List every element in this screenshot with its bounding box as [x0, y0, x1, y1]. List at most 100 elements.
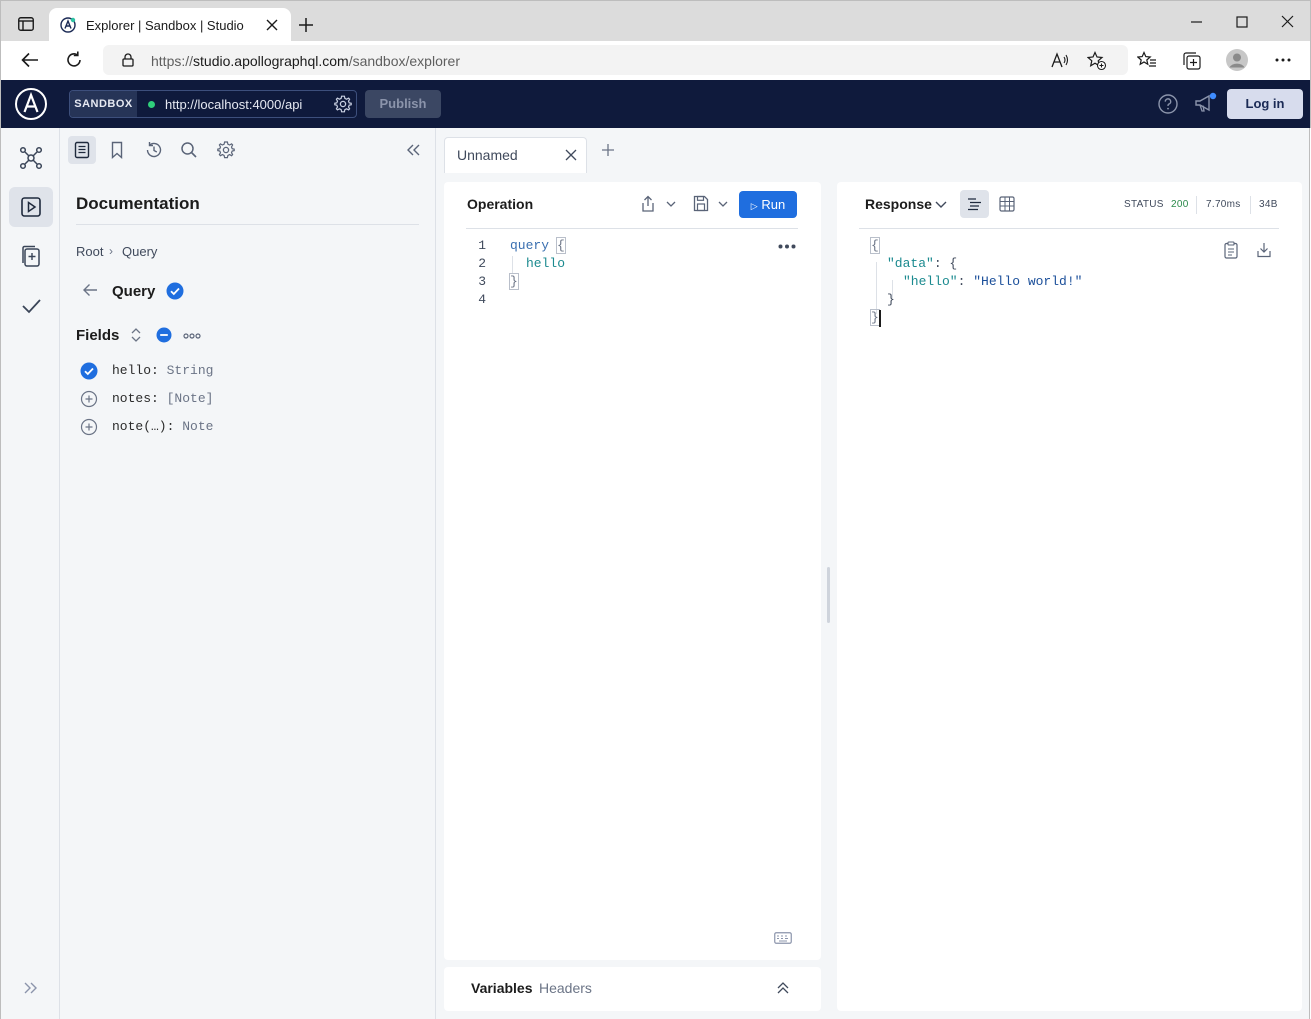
- response-time: 7.70ms: [1206, 199, 1241, 210]
- field-row-hello[interactable]: hello: String: [80, 361, 400, 381]
- login-button[interactable]: Log in: [1227, 89, 1303, 119]
- json-line[interactable]: "data": {: [887, 256, 957, 271]
- add-field-icon[interactable]: [80, 418, 98, 436]
- nav-changelog-icon[interactable]: [9, 237, 53, 277]
- code-open-brace[interactable]: {: [556, 237, 566, 254]
- browser-tab[interactable]: Explorer | Sandbox | Studio: [49, 8, 291, 42]
- editor-more-icon[interactable]: [778, 244, 796, 249]
- help-icon[interactable]: [1158, 94, 1178, 114]
- json-brace[interactable]: {: [870, 237, 880, 254]
- divider: [466, 228, 798, 229]
- panel-resize-handle[interactable]: [827, 567, 830, 623]
- back-icon[interactable]: [21, 52, 39, 68]
- operation-tab[interactable]: Unnamed: [444, 137, 587, 173]
- nav-checks-icon[interactable]: [9, 286, 53, 326]
- add-favorite-icon[interactable]: [1087, 51, 1107, 71]
- address-bar: https://studio.apollographql.com/sandbox…: [0, 41, 1311, 80]
- more-menu-icon[interactable]: [1275, 58, 1291, 62]
- refresh-icon[interactable]: [65, 51, 83, 69]
- save-icon[interactable]: [693, 195, 709, 212]
- chevron-down-icon[interactable]: [935, 201, 947, 208]
- new-tab-icon[interactable]: [299, 18, 313, 32]
- indent-guide: [876, 262, 877, 314]
- connection-settings-icon[interactable]: [334, 95, 352, 113]
- documentation-title: Documentation: [76, 194, 200, 213]
- field-row-note[interactable]: note(…): Note: [80, 417, 400, 437]
- field-row-notes[interactable]: notes: [Note]: [80, 389, 400, 409]
- run-button[interactable]: ▷ Run: [739, 191, 797, 218]
- favorites-icon[interactable]: [1137, 51, 1157, 69]
- close-operation-tab-icon[interactable]: [565, 149, 577, 161]
- table-view-icon[interactable]: [999, 196, 1015, 212]
- field-name: hello:: [112, 363, 159, 378]
- chevron-down-icon[interactable]: [718, 201, 728, 207]
- code-close-brace[interactable]: }: [509, 273, 519, 290]
- selected-check-icon[interactable]: [166, 282, 184, 300]
- json-brace[interactable]: }: [887, 292, 895, 307]
- code-keyword[interactable]: query: [510, 238, 549, 253]
- breadcrumb-query[interactable]: Query: [122, 244, 157, 259]
- settings-icon[interactable]: [212, 136, 240, 164]
- status-label: STATUS: [1124, 199, 1164, 210]
- share-icon[interactable]: [640, 195, 656, 213]
- deselect-all-icon[interactable]: [156, 327, 172, 343]
- new-operation-tab-icon[interactable]: [601, 143, 615, 157]
- collapse-panel-icon[interactable]: [405, 143, 421, 157]
- bookmark-icon[interactable]: [103, 136, 131, 164]
- app-header: SANDBOX http://localhost:4000/api Publis…: [0, 80, 1311, 128]
- run-button-label: Run: [761, 197, 786, 212]
- headers-tab[interactable]: Headers: [539, 980, 592, 996]
- maximize-icon[interactable]: [1232, 12, 1252, 32]
- response-title[interactable]: Response: [865, 196, 932, 212]
- json-colon: : {: [933, 256, 958, 271]
- field-type[interactable]: [Note]: [167, 391, 214, 406]
- close-tab-icon[interactable]: [266, 19, 278, 31]
- endpoint-selector[interactable]: SANDBOX http://localhost:4000/api: [69, 90, 357, 118]
- documentation-tab-icon[interactable]: [68, 136, 96, 164]
- divider: [1250, 196, 1251, 214]
- history-icon[interactable]: [140, 136, 168, 164]
- fields-more-icon[interactable]: [183, 333, 201, 339]
- publish-button[interactable]: Publish: [365, 90, 441, 118]
- variables-tab[interactable]: Variables: [471, 980, 533, 996]
- operation-title: Operation: [467, 196, 534, 212]
- collections-icon[interactable]: [1182, 51, 1202, 71]
- expand-panel-icon[interactable]: [777, 981, 789, 995]
- field-name: note(…):: [112, 419, 175, 434]
- field-type[interactable]: Note: [182, 419, 213, 434]
- field-name: notes:: [112, 391, 159, 406]
- json-line[interactable]: "hello": "Hello world!": [903, 274, 1082, 289]
- json-key: "data": [887, 256, 934, 271]
- copy-response-icon[interactable]: [1224, 241, 1238, 259]
- keyboard-shortcuts-icon[interactable]: [774, 932, 792, 944]
- add-field-icon[interactable]: [80, 390, 98, 408]
- url-field[interactable]: https://studio.apollographql.com/sandbox…: [103, 45, 1128, 75]
- field-type[interactable]: String: [167, 363, 214, 378]
- read-aloud-icon[interactable]: [1051, 52, 1069, 68]
- search-icon[interactable]: [175, 136, 203, 164]
- announcements-icon[interactable]: [1194, 92, 1218, 114]
- line-number: 2: [478, 256, 486, 271]
- response-size: 34B: [1259, 199, 1278, 210]
- apollo-logo-icon[interactable]: [14, 87, 48, 121]
- breadcrumb-root[interactable]: Root: [76, 244, 103, 259]
- sort-icon[interactable]: [130, 328, 142, 342]
- breadcrumb-separator: ›: [109, 244, 113, 258]
- back-arrow-icon[interactable]: [82, 283, 98, 297]
- expand-nav-icon[interactable]: [23, 981, 39, 995]
- browser-tab-title: Explorer | Sandbox | Studio: [86, 18, 244, 33]
- profile-avatar[interactable]: [1226, 49, 1248, 71]
- nav-schema-icon[interactable]: [9, 138, 53, 178]
- type-title: Query: [112, 283, 156, 300]
- lock-icon[interactable]: [122, 53, 134, 67]
- chevron-down-icon[interactable]: [666, 201, 676, 207]
- nav-explorer-icon[interactable]: [9, 187, 53, 227]
- field-checked-icon[interactable]: [80, 362, 98, 380]
- download-icon[interactable]: [1257, 242, 1271, 258]
- minimize-icon[interactable]: [1187, 12, 1207, 32]
- code-field[interactable]: hello: [526, 256, 565, 271]
- close-window-icon[interactable]: [1278, 12, 1298, 32]
- json-view-icon[interactable]: [960, 190, 989, 218]
- tab-actions-icon[interactable]: [18, 17, 34, 31]
- json-brace[interactable]: }: [870, 309, 880, 326]
